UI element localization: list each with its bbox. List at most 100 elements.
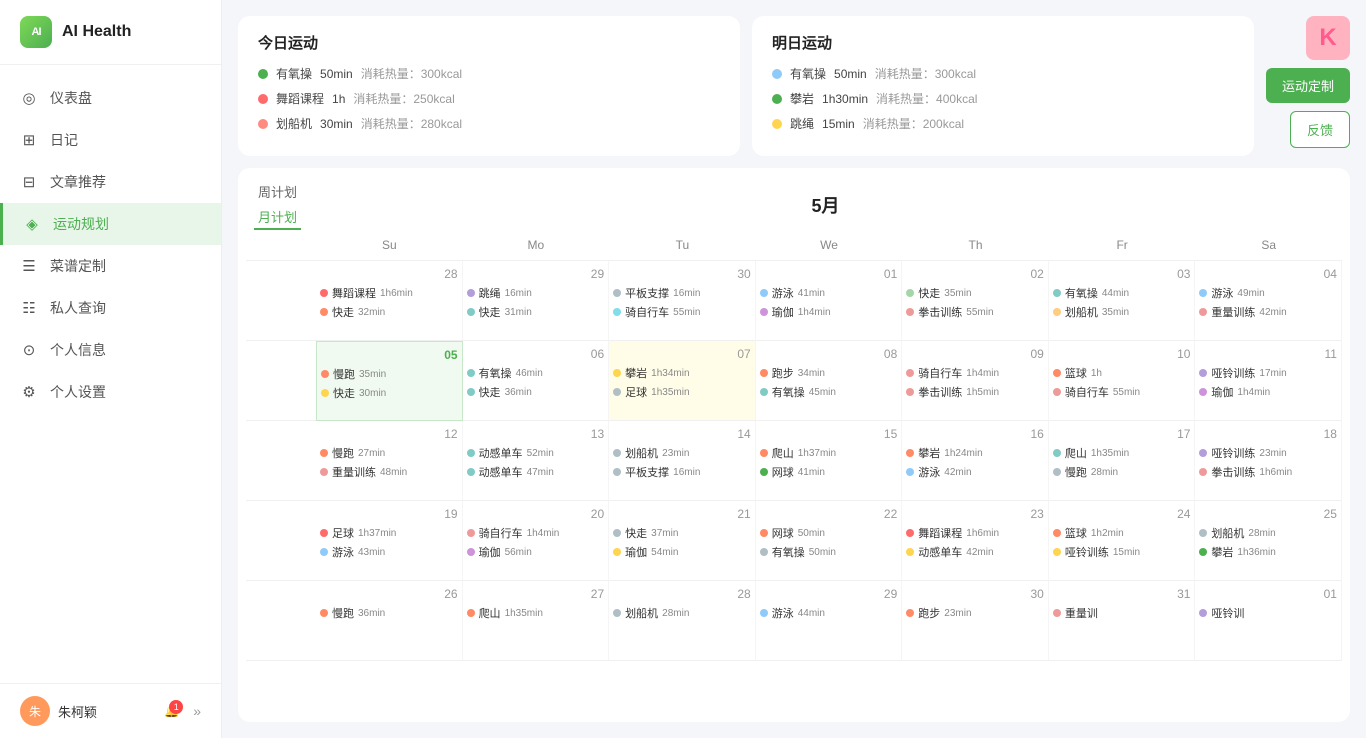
sidebar-item-settings[interactable]: ⚙ 个人设置 bbox=[0, 371, 221, 413]
cell-11[interactable]: 11 哑铃训练17min 瑜伽1h4min bbox=[1195, 341, 1342, 421]
sidebar-item-query[interactable]: ☷ 私人查询 bbox=[0, 287, 221, 329]
tomorrow-item-2: 攀岩 1h30min 消耗热量：400kcal bbox=[772, 90, 1234, 107]
query-icon: ☷ bbox=[20, 299, 38, 317]
cell-29[interactable]: 29 跳绳16min 快走31min bbox=[463, 261, 610, 341]
date-02: 02 bbox=[906, 267, 1044, 281]
notification-button[interactable]: 🔔 1 bbox=[164, 704, 179, 718]
cell-26[interactable]: 26 慢跑36min bbox=[316, 581, 463, 661]
cell-01b[interactable]: 01 哑铃训 bbox=[1195, 581, 1342, 661]
workout-22-1: 网球50min bbox=[760, 525, 898, 541]
calendar-body[interactable]: Su Mo Tu We Th Fr Sa 28 舞蹈课程1h6min 快走32m… bbox=[238, 230, 1350, 722]
sidebar-item-dashboard[interactable]: ◎ 仪表盘 bbox=[0, 77, 221, 119]
workout-12-2: 重量训练48min bbox=[320, 464, 458, 480]
sidebar: AI AI Health ◎ 仪表盘 ⊞ 日记 ⊟ 文章推荐 ◈ 运动规划 ☰ … bbox=[0, 0, 222, 738]
cell-01a[interactable]: 01 游泳41min 瑜伽1h4min bbox=[756, 261, 903, 341]
sidebar-item-profile[interactable]: ⊙ 个人信息 bbox=[0, 329, 221, 371]
date-01a: 01 bbox=[760, 267, 898, 281]
customize-button[interactable]: 运动定制 bbox=[1266, 68, 1350, 103]
date-12: 12 bbox=[320, 427, 458, 441]
date-26: 26 bbox=[320, 587, 458, 601]
tomorrow-dot-2 bbox=[772, 94, 782, 104]
cell-28b[interactable]: 28 划船机28min bbox=[609, 581, 756, 661]
cell-28[interactable]: 28 舞蹈课程1h6min 快走32min bbox=[316, 261, 463, 341]
tomorrow-name-3: 跳绳 bbox=[790, 115, 814, 132]
exercise-icon: ◈ bbox=[23, 215, 41, 233]
dot-05-2 bbox=[321, 389, 329, 397]
cell-27[interactable]: 27 爬山1h35min bbox=[463, 581, 610, 661]
tomorrow-item-1: 有氧操 50min 消耗热量：300kcal bbox=[772, 65, 1234, 82]
dot-26-1 bbox=[320, 609, 328, 617]
cell-09[interactable]: 09 骑自行车1h4min 拳击训练1h5min bbox=[902, 341, 1049, 421]
date-19: 19 bbox=[320, 507, 458, 521]
sidebar-item-diary[interactable]: ⊞ 日记 bbox=[0, 119, 221, 161]
cell-31[interactable]: 31 重量训 bbox=[1049, 581, 1196, 661]
dot-11-1 bbox=[1199, 369, 1207, 377]
dot-28b-1 bbox=[613, 609, 621, 617]
dot-29-1 bbox=[467, 289, 475, 297]
cell-07[interactable]: 07 攀岩1h34min 足球1h35min bbox=[609, 341, 756, 421]
cell-23[interactable]: 23 舞蹈课程1h6min 动感单车42min bbox=[902, 501, 1049, 581]
cell-30[interactable]: 30 平板支撑16min 骑自行车55min bbox=[609, 261, 756, 341]
sidebar-label-articles: 文章推荐 bbox=[50, 172, 106, 192]
date-28: 28 bbox=[320, 267, 458, 281]
cell-20[interactable]: 20 骑自行车1h4min 瑜伽56min bbox=[463, 501, 610, 581]
sidebar-item-menu[interactable]: ☰ 菜谱定制 bbox=[0, 245, 221, 287]
dot-30-1 bbox=[613, 289, 621, 297]
tomorrow-title: 明日运动 bbox=[772, 32, 1234, 53]
workout-23-1: 舞蹈课程1h6min bbox=[906, 525, 1044, 541]
header-mo: Mo bbox=[463, 230, 610, 261]
header-th: Th bbox=[902, 230, 1049, 261]
tomorrow-duration-1: 50min bbox=[834, 67, 867, 81]
app-logo: AI AI Health bbox=[0, 0, 221, 65]
cell-21[interactable]: 21 快走37min 瑜伽54min bbox=[609, 501, 756, 581]
dot-22-2 bbox=[760, 548, 768, 556]
cell-05[interactable]: 05 慢跑35min 快走30min bbox=[316, 341, 463, 421]
cell-24[interactable]: 24 篮球1h2min 哑铃训练15min bbox=[1049, 501, 1196, 581]
date-10: 10 bbox=[1053, 347, 1191, 361]
week-2-label bbox=[246, 341, 316, 421]
today-name-2: 舞蹈课程 bbox=[276, 90, 324, 107]
cell-30b[interactable]: 30 跑步23min bbox=[902, 581, 1049, 661]
calendar-grid: Su Mo Tu We Th Fr Sa 28 舞蹈课程1h6min 快走32m… bbox=[246, 230, 1342, 661]
cell-13[interactable]: 13 动感单车52min 动感单车47min bbox=[463, 421, 610, 501]
workout-23-2: 动感单车42min bbox=[906, 544, 1044, 560]
cell-19[interactable]: 19 足球1h37min 游泳43min bbox=[316, 501, 463, 581]
sidebar-item-exercise[interactable]: ◈ 运动规划 bbox=[0, 203, 221, 245]
sidebar-bottom: 朱 朱柯颖 🔔 1 » bbox=[0, 683, 221, 738]
cell-17[interactable]: 17 爬山1h35min 慢跑28min bbox=[1049, 421, 1196, 501]
cell-16[interactable]: 16 攀岩1h24min 游泳42min bbox=[902, 421, 1049, 501]
month-title: 5月 bbox=[317, 192, 1334, 218]
workout-08-1: 跑步34min bbox=[760, 365, 898, 381]
feedback-button[interactable]: 反馈 bbox=[1290, 111, 1350, 148]
workout-05-2: 快走30min bbox=[321, 385, 458, 401]
collapse-button[interactable]: » bbox=[193, 703, 201, 719]
tab-week-plan[interactable]: 周计划 bbox=[254, 180, 301, 203]
cell-22[interactable]: 22 网球50min 有氧操50min bbox=[756, 501, 903, 581]
today-name-3: 划船机 bbox=[276, 115, 312, 132]
cell-10[interactable]: 10 篮球1h 骑自行车55min bbox=[1049, 341, 1196, 421]
dot-30-2 bbox=[613, 308, 621, 316]
notification-badge: 1 bbox=[169, 700, 183, 714]
cell-06[interactable]: 06 有氧操46min 快走36min bbox=[463, 341, 610, 421]
cell-29b[interactable]: 29 游泳44min bbox=[756, 581, 903, 661]
cell-08[interactable]: 08 跑步34min 有氧操45min bbox=[756, 341, 903, 421]
cell-18[interactable]: 18 哑铃训练23min 拳击训练1h6min bbox=[1195, 421, 1342, 501]
dot-22-1 bbox=[760, 529, 768, 537]
cell-04[interactable]: 04 游泳49min 重量训练42min bbox=[1195, 261, 1342, 341]
date-29: 29 bbox=[467, 267, 605, 281]
dot-12-1 bbox=[320, 449, 328, 457]
cell-02[interactable]: 02 快走35min 拳击训练55min bbox=[902, 261, 1049, 341]
workout-16-2: 游泳42min bbox=[906, 464, 1044, 480]
cell-14[interactable]: 14 划船机23min 平板支撑16min bbox=[609, 421, 756, 501]
tomorrow-dot-1 bbox=[772, 69, 782, 79]
tomorrow-dot-3 bbox=[772, 119, 782, 129]
dot-20-1 bbox=[467, 529, 475, 537]
workout-25-2: 攀岩1h36min bbox=[1199, 544, 1337, 560]
cell-15[interactable]: 15 爬山1h37min 网球41min bbox=[756, 421, 903, 501]
sidebar-item-articles[interactable]: ⊟ 文章推荐 bbox=[0, 161, 221, 203]
tab-month-plan[interactable]: 月计划 bbox=[254, 205, 301, 230]
workout-20-1: 骑自行车1h4min bbox=[467, 525, 605, 541]
cell-12[interactable]: 12 慢跑27min 重量训练48min bbox=[316, 421, 463, 501]
cell-25[interactable]: 25 划船机28min 攀岩1h36min bbox=[1195, 501, 1342, 581]
cell-03[interactable]: 03 有氧操44min 划船机35min bbox=[1049, 261, 1196, 341]
